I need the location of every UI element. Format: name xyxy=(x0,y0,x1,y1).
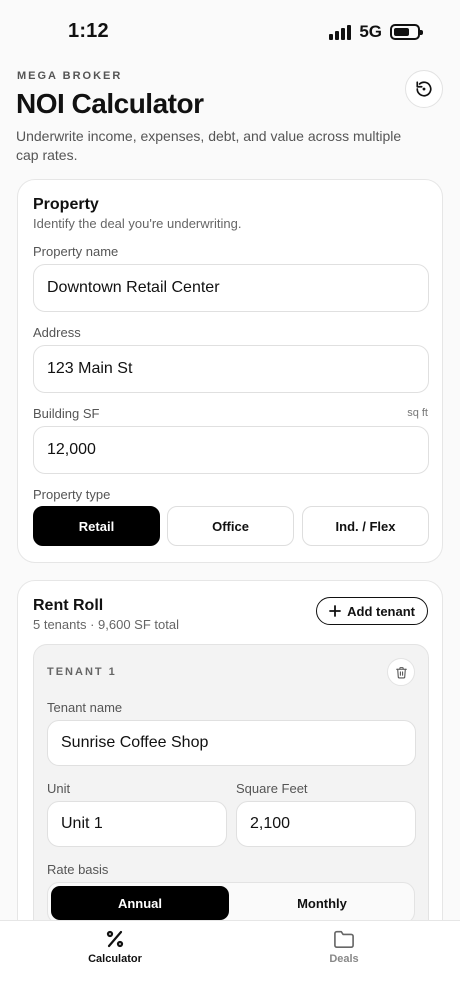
square-feet-input[interactable]: 2,100 xyxy=(236,801,416,847)
tenant-name-input[interactable]: Sunrise Coffee Shop xyxy=(47,720,416,766)
tenant-name-label: Tenant name xyxy=(47,700,123,715)
property-type-office[interactable]: Office xyxy=(167,506,294,546)
tab-bar: Calculator Deals xyxy=(0,920,460,997)
tenant-header: TENANT 1 xyxy=(47,666,117,678)
property-type-industrial-flex[interactable]: Ind. / Flex xyxy=(302,506,429,546)
percent-icon xyxy=(106,930,124,948)
property-card-subtitle: Identify the deal you're underwriting. xyxy=(33,216,242,231)
rate-basis-monthly[interactable]: Monthly xyxy=(232,886,412,920)
address-input[interactable]: 123 Main St xyxy=(33,345,429,393)
reset-icon xyxy=(416,81,432,97)
status-time: 1:12 xyxy=(68,20,109,42)
add-tenant-label: Add tenant xyxy=(347,603,415,619)
property-type-label: Property type xyxy=(33,487,111,502)
building-sf-label: Building SF xyxy=(33,406,100,421)
building-sf-input[interactable]: 12,000 xyxy=(33,426,429,474)
tab-calculator[interactable]: Calculator xyxy=(55,929,175,965)
status-bar: 1:12 5G xyxy=(0,0,460,62)
unit-label: Unit xyxy=(47,781,71,796)
rate-basis-toggle: Annual Monthly xyxy=(47,882,415,924)
unit-input[interactable]: Unit 1 xyxy=(47,801,227,847)
property-name-input[interactable]: Downtown Retail Center xyxy=(33,264,429,312)
property-name-label: Property name xyxy=(33,244,119,259)
add-tenant-button[interactable]: Add tenant xyxy=(316,597,428,625)
folder-icon xyxy=(334,930,354,948)
page-title: NOI Calculator xyxy=(16,88,204,119)
property-type-retail[interactable]: Retail xyxy=(33,506,160,546)
rent-roll-title: Rent Roll xyxy=(33,597,104,614)
property-card: Property Identify the deal you're underw… xyxy=(17,179,443,563)
property-card-title: Property xyxy=(33,196,99,213)
trash-icon xyxy=(395,666,407,678)
tab-deals[interactable]: Deals xyxy=(284,929,404,965)
rate-basis-annual[interactable]: Annual xyxy=(51,886,229,920)
network-label: 5G xyxy=(359,22,382,41)
square-feet-label: Square Feet xyxy=(236,781,308,796)
delete-tenant-button[interactable] xyxy=(387,658,415,686)
page-subtitle: Underwrite income, expenses, debt, and v… xyxy=(16,128,402,163)
tab-deals-label: Deals xyxy=(329,953,359,965)
plus-icon xyxy=(329,605,342,617)
signal-icon xyxy=(329,24,352,40)
tenant-card: TENANT 1 Tenant name Sunrise Coffee Shop… xyxy=(33,644,429,944)
building-sf-unit: sq ft xyxy=(407,407,428,419)
rate-basis-label: Rate basis xyxy=(47,862,109,877)
battery-icon xyxy=(390,24,423,40)
rent-roll-summary: 5 tenants · 9,600 SF total xyxy=(33,617,179,632)
brand-label: MEGA BROKER xyxy=(17,70,123,82)
rent-roll-card: Rent Roll 5 tenants · 9,600 SF total Add… xyxy=(17,580,443,960)
reset-button[interactable] xyxy=(405,70,443,108)
address-label: Address xyxy=(33,325,81,340)
screen: 1:12 5G MEGA BROKER NOI Calculator Under… xyxy=(0,0,460,997)
status-indicators: 5G xyxy=(329,22,423,42)
tab-calculator-label: Calculator xyxy=(88,953,142,965)
